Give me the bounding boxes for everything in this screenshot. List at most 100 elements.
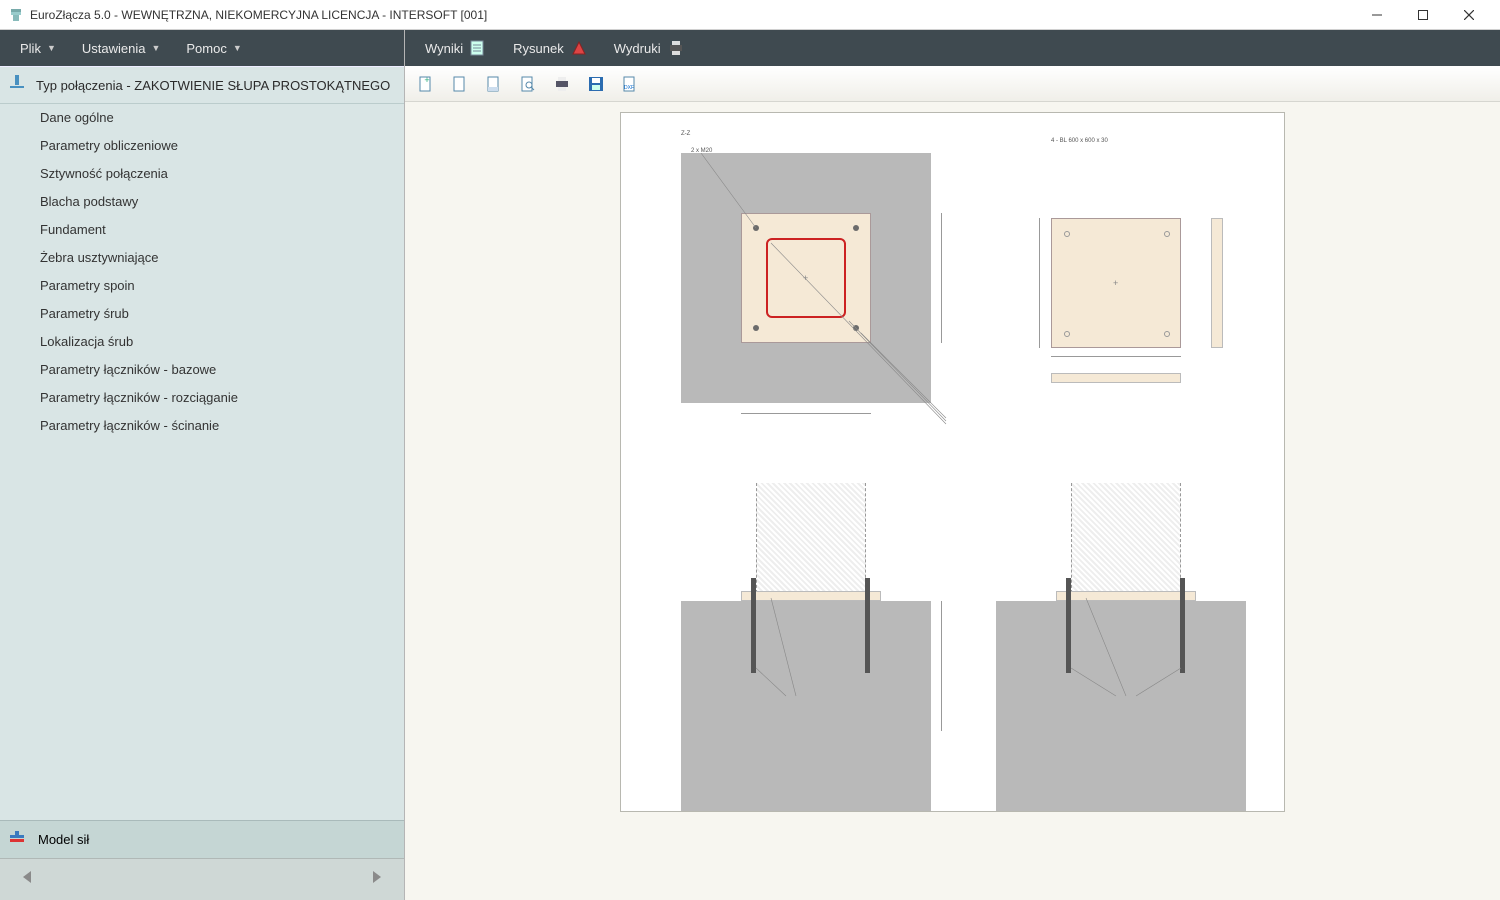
plate-note: 4 - BL 600 x 600 x 30	[1051, 138, 1108, 144]
menu-wydruki-label: Wydruki	[614, 41, 661, 56]
plate-side	[1211, 218, 1223, 348]
bolt-hole	[1164, 231, 1170, 237]
chevron-down-icon: ▼	[233, 43, 242, 53]
sidebar-item-label: Parametry śrub	[40, 306, 129, 321]
svg-text:DXF: DXF	[624, 85, 634, 91]
sidebar-item-laczniki-scinanie[interactable]: Parametry łączników - ścinanie	[0, 412, 404, 440]
menu-wydruki[interactable]: Wydruki	[604, 33, 695, 63]
sidebar-nav	[0, 858, 404, 900]
dim-line	[1039, 218, 1040, 348]
sidebar-item-fundament[interactable]: Fundament	[0, 216, 404, 244]
sidebar-item-spoiny[interactable]: Parametry spoin	[0, 272, 404, 300]
titlebar: EuroZłącza 5.0 - WEWNĘTRZNA, NIEKOMERCYJ…	[0, 0, 1500, 30]
anchor-bolt	[1180, 578, 1185, 673]
sidebar-footer-label: Model sił	[38, 832, 89, 847]
sidebar-footer-model-sil[interactable]: Model sił	[0, 820, 404, 858]
center-cross-icon: +	[803, 273, 808, 283]
page-settings-button[interactable]	[483, 73, 505, 95]
menu-wyniki-label: Wyniki	[425, 41, 463, 56]
sidebar-item-laczniki-rozciaganie[interactable]: Parametry łączników - rozciąganie	[0, 384, 404, 412]
sidebar-header[interactable]: Typ połączenia - ZAKOTWIENIE SŁUPA PROST…	[0, 66, 404, 104]
forces-model-icon	[8, 829, 26, 850]
window-title: EuroZłącza 5.0 - WEWNĘTRZNA, NIEKOMERCYJ…	[30, 8, 1354, 22]
bolt-plan	[853, 225, 859, 231]
close-button[interactable]	[1446, 0, 1492, 30]
chevron-down-icon: ▼	[47, 43, 56, 53]
drawing-paper: Z-Z 2 x M20 +	[620, 112, 1285, 812]
menu-ustawienia-label: Ustawienia	[82, 41, 146, 56]
menu-wyniki[interactable]: Wyniki	[415, 33, 497, 63]
menu-plik[interactable]: Plik ▼	[10, 35, 66, 62]
results-icon	[469, 39, 487, 57]
left-menubar: Plik ▼ Ustawienia ▼ Pomoc ▼	[0, 30, 404, 66]
nav-back-button[interactable]	[18, 868, 36, 891]
foundation-elev-right	[996, 601, 1246, 811]
plate-edge	[1051, 373, 1181, 383]
nav-forward-button[interactable]	[368, 868, 386, 891]
svg-text:+: +	[424, 75, 429, 85]
anchor-bolt	[865, 578, 870, 673]
sidebar-item-zebra[interactable]: Żebra usztywniające	[0, 244, 404, 272]
sidebar-item-dane-ogolne[interactable]: Dane ogólne	[0, 104, 404, 132]
save-button[interactable]	[585, 73, 607, 95]
right-menubar: Wyniki Rysunek Wydruki	[405, 30, 1500, 66]
anchor-bolt	[751, 578, 756, 673]
print-icon	[667, 39, 685, 57]
sidebar-item-label: Parametry łączników - bazowe	[40, 362, 216, 377]
sidebar-item-label: Blacha podstawy	[40, 194, 138, 209]
dim-line	[941, 601, 942, 731]
bolt-hole	[1164, 331, 1170, 337]
column-elev-left	[756, 483, 866, 593]
sidebar-item-label: Parametry obliczeniowe	[40, 138, 178, 153]
center-cross-icon: +	[1113, 278, 1118, 288]
dim-line	[941, 213, 942, 343]
sidebar-item-label: Parametry łączników - ścinanie	[40, 418, 219, 433]
sidebar-item-label: Lokalizacja śrub	[40, 334, 133, 349]
anchor-bolt	[1066, 578, 1071, 673]
maximize-button[interactable]	[1400, 0, 1446, 30]
view-label-zz: Z-Z	[681, 131, 690, 137]
bolt-plan	[753, 325, 759, 331]
sidebar-item-label: Fundament	[40, 222, 106, 237]
print-button[interactable]	[551, 73, 573, 95]
right-toolbar: + DXF	[405, 66, 1500, 102]
sidebar-item-label: Parametry łączników - rozciąganie	[40, 390, 238, 405]
sidebar-list: Dane ogólne Parametry obliczeniowe Sztyw…	[0, 104, 404, 820]
bolt-plan	[753, 225, 759, 231]
minimize-button[interactable]	[1354, 0, 1400, 30]
foundation-elev-left	[681, 601, 931, 811]
menu-pomoc-label: Pomoc	[186, 41, 226, 56]
sidebar-header-label: Typ połączenia - ZAKOTWIENIE SŁUPA PROST…	[36, 78, 390, 93]
connection-type-icon	[8, 75, 26, 96]
sidebar-item-sruby[interactable]: Parametry śrub	[0, 300, 404, 328]
bolt-hole	[1064, 231, 1070, 237]
sidebar-item-blacha[interactable]: Blacha podstawy	[0, 188, 404, 216]
sidebar-item-laczniki-bazowe[interactable]: Parametry łączników - bazowe	[0, 356, 404, 384]
dim-line	[741, 413, 871, 414]
base-plate-elev-right	[1056, 591, 1196, 601]
column-elev-right	[1071, 483, 1181, 593]
sidebar-item-sztywnosc[interactable]: Sztywność połączenia	[0, 160, 404, 188]
drawing-icon	[570, 39, 588, 57]
bolt-plan	[853, 325, 859, 331]
zoom-page-button[interactable]	[517, 73, 539, 95]
sidebar-item-parametry-obliczeniowe[interactable]: Parametry obliczeniowe	[0, 132, 404, 160]
sidebar-item-label: Parametry spoin	[40, 278, 135, 293]
bolt-hole	[1064, 331, 1070, 337]
sidebar-item-label: Sztywność połączenia	[40, 166, 168, 181]
menu-rysunek-label: Rysunek	[513, 41, 564, 56]
menu-rysunek[interactable]: Rysunek	[503, 33, 598, 63]
drawing-canvas[interactable]: Z-Z 2 x M20 +	[405, 102, 1500, 900]
menu-plik-label: Plik	[20, 41, 41, 56]
sidebar-item-lokalizacja-srub[interactable]: Lokalizacja śrub	[0, 328, 404, 356]
chevron-down-icon: ▼	[151, 43, 160, 53]
base-plate-elev-left	[741, 591, 881, 601]
menu-pomoc[interactable]: Pomoc ▼	[176, 35, 251, 62]
dim-line	[1051, 356, 1181, 357]
page-button[interactable]	[449, 73, 471, 95]
new-page-button[interactable]: +	[415, 73, 437, 95]
sidebar-item-label: Żebra usztywniające	[40, 250, 159, 265]
menu-ustawienia[interactable]: Ustawienia ▼	[72, 35, 171, 62]
dxf-export-button[interactable]: DXF	[619, 73, 641, 95]
sidebar-item-label: Dane ogólne	[40, 110, 114, 125]
